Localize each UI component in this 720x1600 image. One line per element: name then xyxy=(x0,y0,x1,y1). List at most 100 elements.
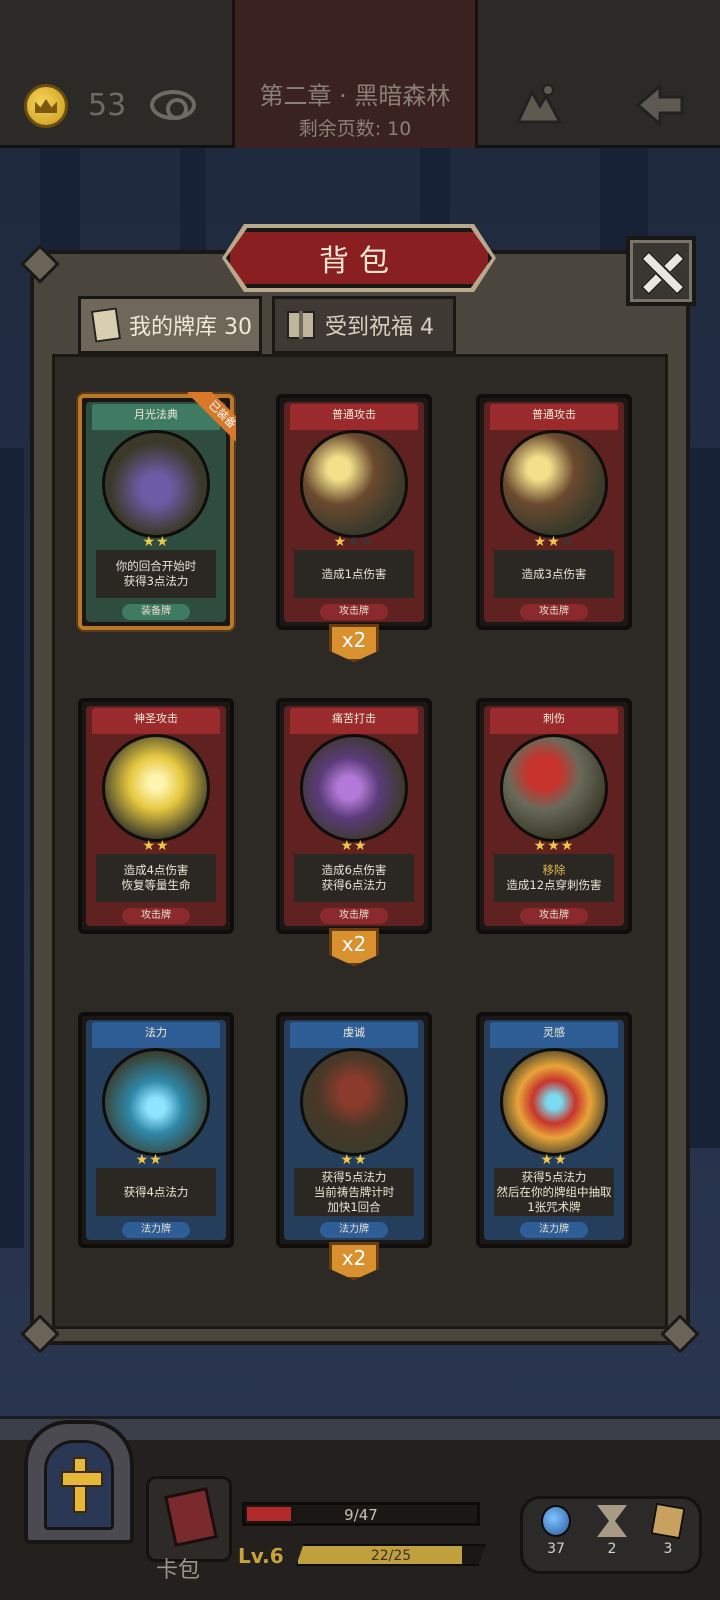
card-description-line: 获得6点法力 xyxy=(321,878,387,892)
card[interactable]: 刺伤 ★★★ 移除 造成12点穿刺伤害 攻击牌 xyxy=(476,698,632,934)
spell-book-icon xyxy=(500,430,608,538)
equipped-badge: 已装备 xyxy=(178,392,236,450)
hooded-monk-icon xyxy=(300,1048,408,1156)
close-icon xyxy=(641,251,681,291)
card-description-line: 造成12点穿刺伤害 xyxy=(506,878,602,892)
card-stars: ★★★ xyxy=(82,1152,230,1168)
card-stars: ★★★ xyxy=(480,838,628,854)
xp-text: 22/25 xyxy=(370,1548,412,1564)
card-description-line: 然后在你的牌组中抽取 xyxy=(496,1184,612,1199)
pages-left: 剩余页数: 10 xyxy=(298,118,412,140)
top-bar: 53 第二章 · 黑暗森林 剩余页数: 10 xyxy=(0,0,720,148)
card-name: 刺伤 xyxy=(543,712,565,725)
star-icon: ★ xyxy=(156,838,170,854)
stats-box: 37 2 3 xyxy=(520,1496,702,1574)
mana-orb-icon xyxy=(102,1048,210,1156)
card-stars: ★★★ xyxy=(480,534,628,550)
star-icon: ★ xyxy=(156,534,170,550)
stat-potions[interactable]: 37 xyxy=(531,1505,581,1557)
burning-skull-icon xyxy=(500,1048,608,1156)
card-name: 神圣攻击 xyxy=(134,712,178,725)
star-icon: ★ xyxy=(547,534,561,550)
deck-book-icon xyxy=(164,1486,218,1548)
card-description: 造成6点伤害 获得6点法力 xyxy=(294,854,414,902)
deck-label: 卡包 xyxy=(156,1558,201,1583)
card-description-line: 造成4点伤害 xyxy=(123,863,189,877)
card-name: 虔诚 xyxy=(343,1026,365,1039)
card-description: 获得5点法力 然后在你的牌组中抽取 1张咒术牌 xyxy=(494,1168,614,1216)
card[interactable]: 月光法典 ★★ 你的回合开始时 获得3点法力 装备牌 已装备 xyxy=(78,392,236,630)
xp-bar: 22/25 xyxy=(296,1544,486,1566)
card-type: 法力牌 xyxy=(320,1222,388,1238)
hp-text: 9/47 xyxy=(344,1506,378,1524)
star-icon: ★ xyxy=(135,1152,150,1168)
coin-count: 53 xyxy=(88,88,127,123)
tab-my-deck[interactable]: 我的牌库 30 xyxy=(78,296,262,354)
close-button[interactable] xyxy=(626,236,696,306)
star-icon: ★ xyxy=(142,838,156,854)
card[interactable]: 法力 ★★★ 获得4点法力 法力牌 xyxy=(78,1012,234,1248)
hero-portrait[interactable] xyxy=(24,1420,134,1544)
card-description: 获得4点法力 xyxy=(96,1168,216,1216)
card-stars: ★★ xyxy=(480,1152,628,1168)
card[interactable]: 普通攻击 ★★★ 造成3点伤害 攻击牌 xyxy=(476,394,632,630)
purple-skull-icon xyxy=(300,734,408,842)
stat-cards[interactable]: 3 xyxy=(643,1502,693,1557)
star-icon: ★ xyxy=(347,534,361,550)
tab-blessings[interactable]: 受到祝福 4 xyxy=(272,296,456,354)
card-description: 获得5点法力 当前祷告牌计时 加快1回合 xyxy=(294,1168,414,1216)
card-description-line: 获得5点法力 xyxy=(321,1169,387,1184)
card[interactable]: 痛苦打击 ★★ 造成6点伤害 获得6点法力 攻击牌 xyxy=(276,698,432,934)
star-icon: ★ xyxy=(149,1152,163,1168)
title-banner: 背包 xyxy=(226,228,492,288)
card[interactable]: 普通攻击 ★★★ 造成1点伤害 攻击牌 xyxy=(276,394,432,630)
star-icon: ★ xyxy=(533,838,548,854)
card-type: 装备牌 xyxy=(122,604,190,620)
star-icon: ★ xyxy=(354,838,368,854)
coin-icon xyxy=(24,84,68,128)
star-icon: ★ xyxy=(340,1152,354,1168)
card-stars: ★★ xyxy=(280,838,428,854)
card-description-line: 1张咒术牌 xyxy=(527,1199,581,1214)
dagger-icon xyxy=(500,734,608,842)
star-icon: ★ xyxy=(162,1152,177,1168)
card-stars: ★★ xyxy=(82,534,230,550)
deck-button[interactable] xyxy=(146,1476,232,1562)
card-description-line: 你的回合开始时 xyxy=(115,559,197,573)
card-type: 攻击牌 xyxy=(520,908,588,924)
hourglass-icon xyxy=(597,1505,627,1537)
card-name: 痛苦打击 xyxy=(332,712,376,725)
card-type: 攻击牌 xyxy=(122,908,190,924)
star-icon: ★ xyxy=(554,1152,568,1168)
eye-icon[interactable] xyxy=(150,90,196,120)
star-icon: ★ xyxy=(560,838,575,854)
map-icon[interactable] xyxy=(514,82,564,126)
chapter-title: 第二章 · 黑暗森林 xyxy=(259,82,451,110)
spell-book-icon xyxy=(300,430,408,538)
tab-label: 受到祝福 4 xyxy=(325,315,434,340)
card[interactable]: 虔诚 ★★ 获得5点法力 当前祷告牌计时 加快1回合 法力牌 xyxy=(276,1012,432,1248)
card-type: 攻击牌 xyxy=(320,604,388,620)
card-stars: ★★ xyxy=(82,838,230,854)
stat-value: 37 xyxy=(547,1541,565,1557)
card-description-line: 造成1点伤害 xyxy=(321,566,387,581)
card-description-line: 造成3点伤害 xyxy=(521,566,587,581)
star-icon: ★ xyxy=(360,534,375,550)
card-description: 你的回合开始时 获得3点法力 xyxy=(96,550,216,598)
chapter-panel: 第二章 · 黑暗森林 剩余页数: 10 xyxy=(232,0,478,148)
stat-turns[interactable]: 2 xyxy=(587,1505,637,1557)
bag-title: 背包 xyxy=(319,244,399,279)
equipped-badge-label: 已装备 xyxy=(187,392,236,450)
gift-icon xyxy=(287,311,315,339)
card-description-line: 恢复等量生命 xyxy=(121,878,191,892)
back-arrow-icon[interactable] xyxy=(634,82,686,128)
card-description-line: 移除 xyxy=(542,863,566,877)
card[interactable]: 灵感 ★★ 获得5点法力 然后在你的牌组中抽取 1张咒术牌 法力牌 xyxy=(476,1012,632,1248)
level-text: Lv.6 xyxy=(238,1544,284,1568)
potion-icon xyxy=(541,1505,571,1537)
card-description-line: 当前祷告牌计时 xyxy=(313,1184,395,1199)
cards-icon xyxy=(90,307,122,343)
card-description-line: 获得3点法力 xyxy=(123,574,189,588)
card[interactable]: 神圣攻击 ★★ 造成4点伤害 恢复等量生命 攻击牌 xyxy=(78,698,234,934)
star-icon: ★ xyxy=(560,534,575,550)
